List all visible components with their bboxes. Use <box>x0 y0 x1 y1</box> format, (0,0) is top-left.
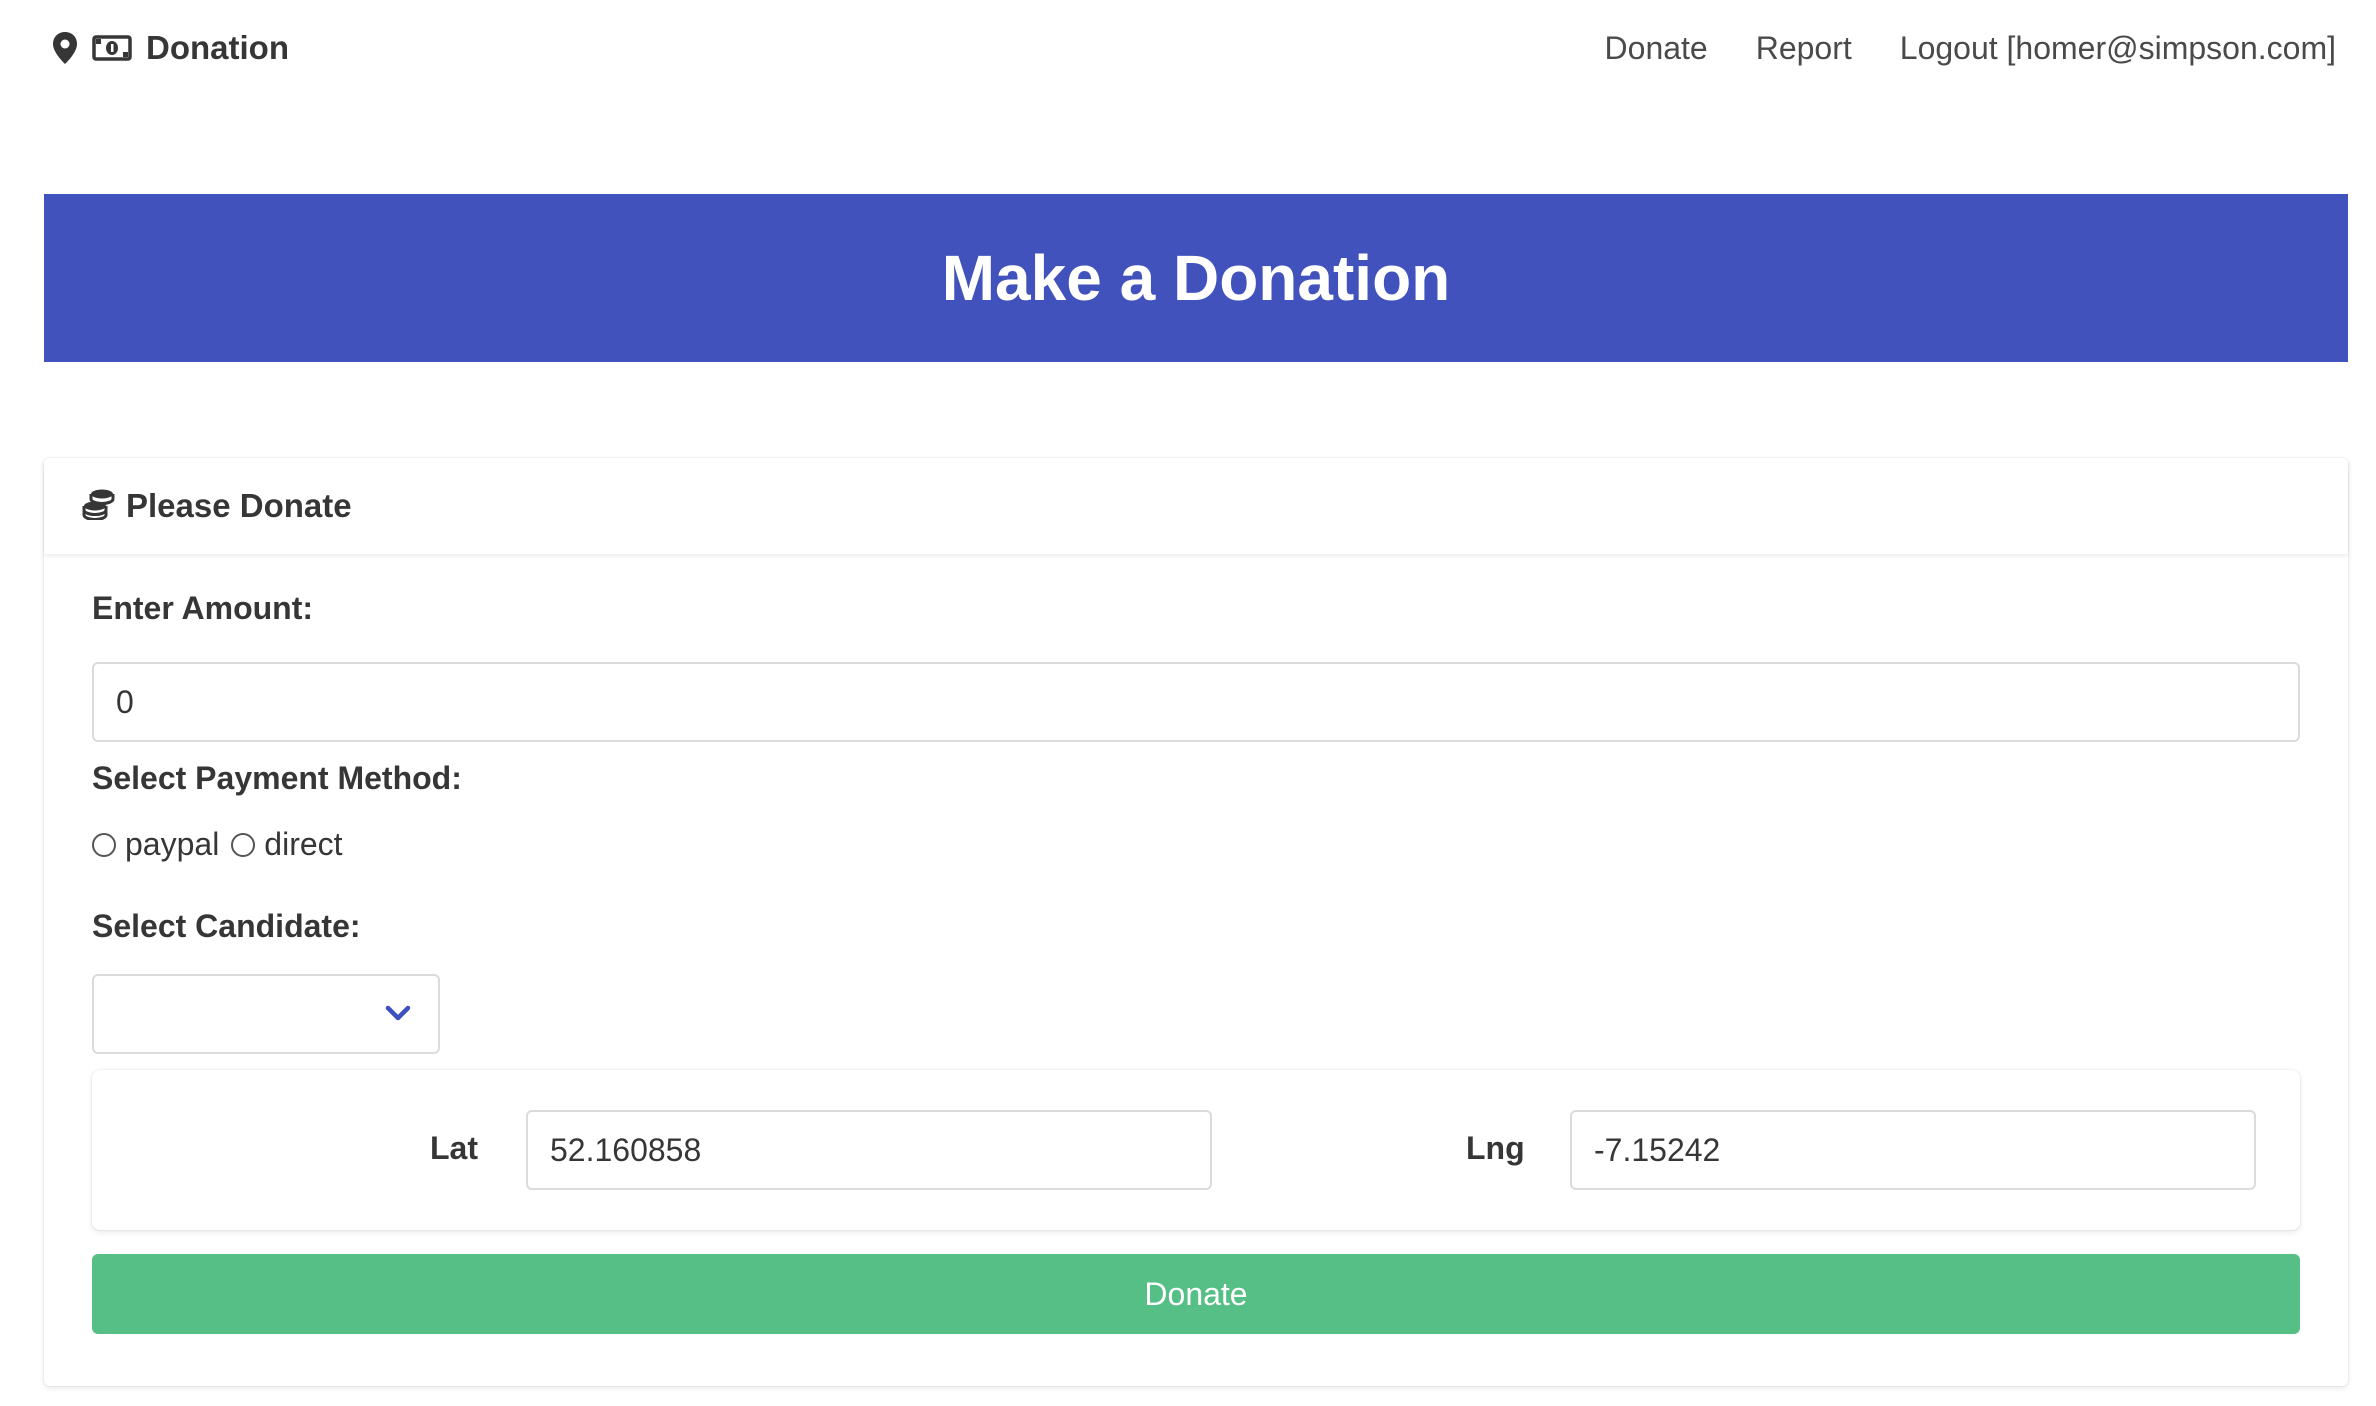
nav-link-donate[interactable]: Donate <box>1605 30 1708 67</box>
paypal-label: paypal <box>125 826 220 862</box>
amount-input[interactable]: 0 <box>92 662 2300 742</box>
card-title: Please Donate <box>126 487 352 524</box>
nav-links: Donate Report Logout [homer@simpson.com] <box>1605 30 2336 67</box>
payment-option-paypal[interactable]: paypal <box>92 826 219 863</box>
direct-label: direct <box>264 826 343 862</box>
page-title: Make a Donation <box>941 242 1451 314</box>
navbar: Donation Donate Report Logout [homer@sim… <box>0 0 2376 96</box>
hero-banner: Make a Donation <box>44 194 2348 362</box>
lng-label: Lng <box>1466 1130 1525 1166</box>
lng-input[interactable]: -7.15242 <box>1570 1110 2256 1190</box>
donate-button[interactable]: Donate <box>92 1254 2300 1334</box>
lat-input[interactable]: 52.160858 <box>526 1110 1212 1190</box>
amount-label: Enter Amount: <box>92 590 314 626</box>
lat-label: Lat <box>430 1130 478 1166</box>
direct-radio[interactable] <box>231 832 256 857</box>
brand-title: Donation <box>146 29 289 66</box>
nav-link-report[interactable]: Report <box>1756 30 1852 67</box>
candidate-select[interactable] <box>92 974 440 1054</box>
payment-option-direct[interactable]: direct <box>231 826 343 863</box>
payment-method-label: Select Payment Method: <box>92 760 462 796</box>
map-marker-icon <box>52 31 78 65</box>
donation-card: Please Donate Enter Amount: 0 Select Pay… <box>44 458 2348 1386</box>
payment-method-group: paypal direct <box>92 826 355 863</box>
candidate-label: Select Candidate: <box>92 908 361 944</box>
paypal-radio[interactable] <box>92 832 116 857</box>
card-header: Please Donate <box>44 458 2348 554</box>
brand[interactable]: Donation <box>52 29 289 67</box>
chevron-down-icon <box>384 1002 412 1029</box>
location-box: Lat 52.160858 Lng -7.15242 <box>92 1070 2300 1230</box>
nav-link-logout[interactable]: Logout [homer@simpson.com] <box>1900 30 2336 67</box>
coins-icon <box>82 488 116 525</box>
money-bill-icon <box>92 35 132 61</box>
